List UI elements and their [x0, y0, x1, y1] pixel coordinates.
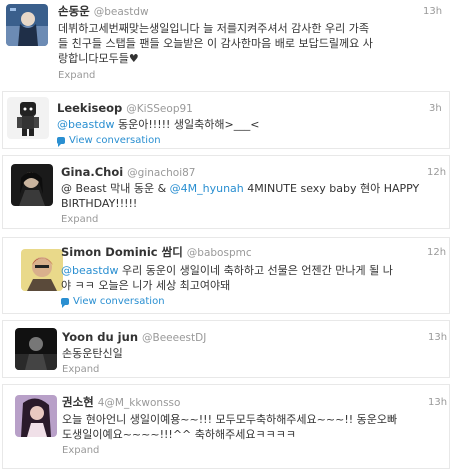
- display-name[interactable]: Simon Dominic 쌈디: [61, 245, 183, 259]
- tweet-text-content: 동운아!!!!! 생일축하해>___<: [114, 118, 260, 131]
- tweet-text-line: 랑합니다모두들♥: [58, 52, 139, 65]
- avatar[interactable]: [15, 395, 57, 437]
- display-name[interactable]: Gina.Choi: [61, 165, 123, 179]
- mention-link[interactable]: @beastdw: [61, 264, 119, 277]
- expand-link[interactable]: Expand: [62, 445, 99, 456]
- tweet-card[interactable]: 손동운 @beastdw 13h 데뷔하고세번째맞는생일입니다 늘 저를지켜주셔서…: [0, 0, 450, 90]
- conversation-icon: [57, 137, 65, 147]
- expand-link[interactable]: Expand: [58, 70, 95, 81]
- view-conversation-link[interactable]: View conversation: [61, 296, 165, 308]
- tweet-header: Yoon du jun @BeeeestDJ: [62, 330, 206, 345]
- timestamp[interactable]: 13h: [428, 332, 447, 343]
- tweet-card[interactable]: Yoon du jun @BeeeestDJ 13h 손동운탄신일 Expand: [2, 320, 450, 378]
- timestamp[interactable]: 3h: [429, 103, 442, 114]
- username[interactable]: 4@M_kkwonsso: [98, 397, 181, 409]
- tweet-text-line: 오늘 현아언니 생일이예용~~!!! 모두모두축하해주세요~~~!! 동운오빠: [62, 413, 398, 426]
- avatar-image: [15, 328, 57, 370]
- username[interactable]: @BeeeestDJ: [142, 332, 206, 344]
- tweet-text-line: BIRTHDAY!!!!!: [61, 197, 138, 210]
- username[interactable]: @babospmc: [187, 247, 252, 259]
- tweet-text-line: 손동운탄신일: [62, 347, 123, 360]
- tweet-header: 손동운 @beastdw: [58, 4, 149, 19]
- mention-link[interactable]: @4M_hyunah: [170, 182, 244, 195]
- display-name[interactable]: Leekiseop: [57, 101, 122, 115]
- tweet-text-line: 데뷔하고세번째맞는생일입니다 늘 저를지켜주셔서 감사한 우리 가족: [58, 22, 369, 35]
- avatar[interactable]: [6, 4, 48, 46]
- avatar[interactable]: [11, 164, 53, 206]
- avatar-image: [6, 4, 48, 46]
- tweet-text-content: @ Beast 막내 동운 &: [61, 182, 170, 195]
- display-name[interactable]: 손동운: [58, 4, 90, 18]
- tweet-text: @ Beast 막내 동운 & @4M_hyunah 4MINUTE sexy …: [61, 181, 419, 196]
- view-conversation-link[interactable]: View conversation: [57, 135, 161, 147]
- view-conversation-label: View conversation: [69, 135, 161, 146]
- timestamp[interactable]: 13h: [428, 397, 447, 408]
- tweet-header: Simon Dominic 쌈디 @babospmc: [61, 245, 252, 260]
- tweet-card[interactable]: Leekiseop @KiSSeop91 3h @beastdw 동운아!!!!!…: [2, 91, 450, 149]
- avatar-image: [15, 395, 57, 437]
- expand-link[interactable]: Expand: [61, 214, 98, 225]
- username[interactable]: @ginachoi87: [127, 167, 195, 179]
- avatar[interactable]: [15, 328, 57, 370]
- tweet-header: Leekiseop @KiSSeop91: [57, 101, 193, 116]
- tweet-header: Gina.Choi @ginachoi87: [61, 165, 195, 180]
- timestamp[interactable]: 12h: [427, 167, 446, 178]
- mention-link[interactable]: @beastdw: [57, 118, 115, 131]
- view-conversation-label: View conversation: [73, 296, 165, 307]
- tweet-header: 권소현 4@M_kkwonsso: [62, 395, 180, 410]
- username[interactable]: @KiSSeop91: [126, 103, 193, 115]
- tweet-text-line: 야 ㅋㅋ 오늘은 니가 세상 최고여야돼: [61, 279, 231, 292]
- tweet-text: @beastdw 우리 동운이 생일이네 축하하고 선물은 언젠간 만나게 될 …: [61, 263, 393, 278]
- tweet-card[interactable]: 권소현 4@M_kkwonsso 13h 오늘 현아언니 생일이예용~~!!! 모…: [2, 384, 450, 469]
- display-name[interactable]: Yoon du jun: [62, 330, 138, 344]
- avatar[interactable]: [7, 97, 49, 139]
- tweet-text-line: 도생일이예요~~~~!!!^^ 축하해주세요ㅋㅋㅋㅋ: [62, 428, 296, 441]
- avatar-image: [21, 249, 63, 291]
- avatar-image: [11, 164, 53, 206]
- tweet-text-line: 들 친구들 스탭들 팬들 오늘받은 이 감사한마음 배로 보답드릴께요 사: [58, 37, 373, 50]
- avatar-image: [7, 97, 49, 139]
- tweet-card[interactable]: Simon Dominic 쌈디 @babospmc 12h @beastdw 우…: [2, 237, 450, 314]
- tweet-text: @beastdw 동운아!!!!! 생일축하해>___<: [57, 117, 259, 132]
- timestamp[interactable]: 13h: [423, 6, 442, 17]
- timestamp[interactable]: 12h: [427, 247, 446, 258]
- expand-link[interactable]: Expand: [62, 364, 99, 375]
- conversation-icon: [61, 298, 69, 308]
- tweet-card[interactable]: Gina.Choi @ginachoi87 12h @ Beast 막내 동운 &…: [2, 155, 450, 229]
- tweet-text-content: 4MINUTE sexy baby 현아 HAPPY: [243, 182, 420, 195]
- tweet-text-content: 우리 동운이 생일이네 축하하고 선물은 언젠간 만나게 될 나: [118, 264, 393, 277]
- display-name[interactable]: 권소현: [62, 395, 94, 409]
- username[interactable]: @beastdw: [94, 6, 149, 18]
- avatar[interactable]: [21, 249, 63, 291]
